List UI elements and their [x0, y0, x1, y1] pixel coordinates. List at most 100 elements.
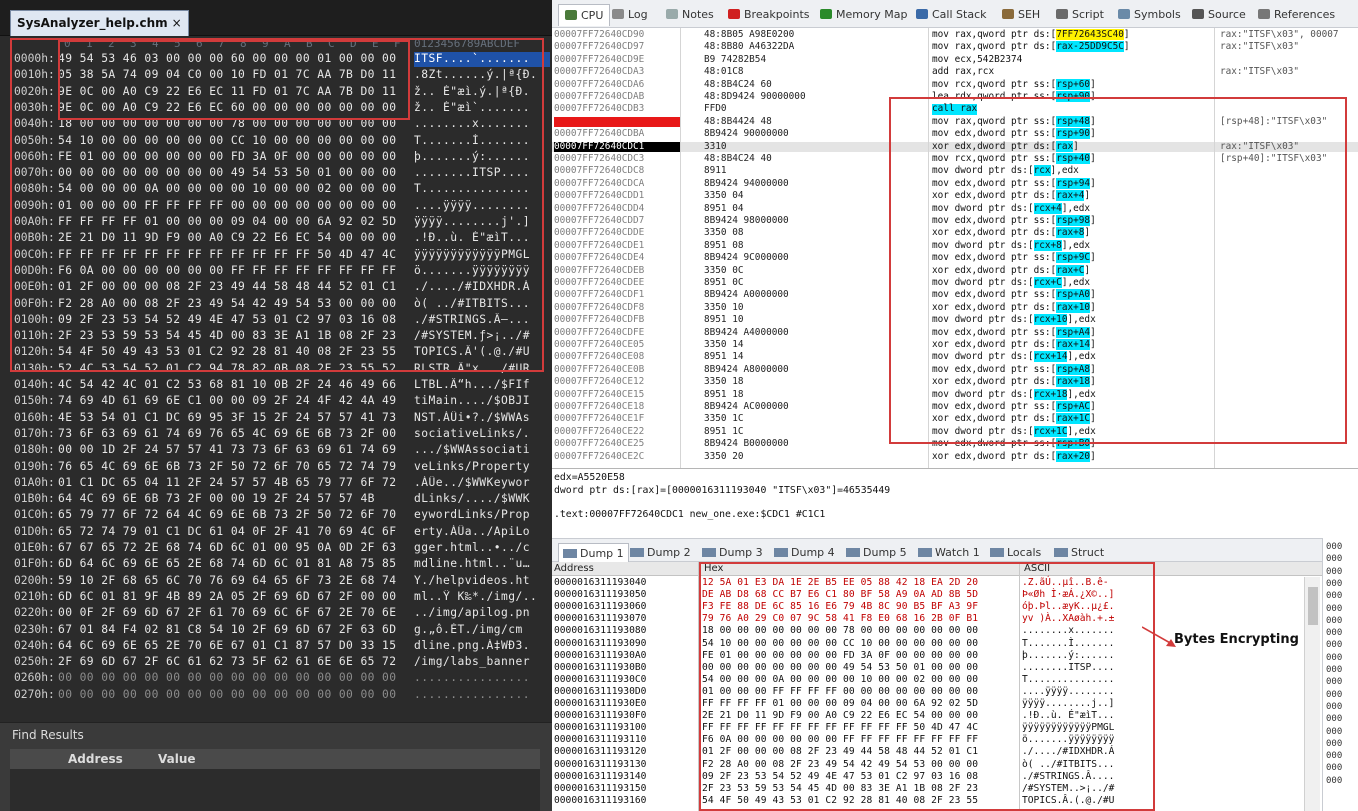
- hex-row-bytes[interactable]: 00 00 1D 2F 24 57 57 41 73 73 6F 63 69 6…: [58, 443, 408, 458]
- disasm-row[interactable]: 00007FF72640CE15 8951 18 mov dword ptr ds:…: [552, 388, 1358, 400]
- hex-row[interactable]: 0110h: 2F 23 53 59 53 54 45 4D 00 83 3E A…: [0, 329, 552, 344]
- disasm-address[interactable]: 00007FF72640CDF1: [554, 289, 680, 300]
- disasm-row[interactable]: 00007FF72640CE25 8B9424 B0000000 mov edx,d…: [552, 438, 1358, 450]
- dump-address[interactable]: 0000016311193050: [554, 589, 646, 601]
- disasm-instruction[interactable]: mov edx,dword ptr ss:[rsp+94]: [932, 177, 1096, 189]
- hex-row[interactable]: 0260h: 00 00 00 00 00 00 00 00 00 00 00 0…: [0, 671, 552, 686]
- tab-symbols[interactable]: Symbols: [1118, 4, 1181, 26]
- disasm-address[interactable]: 00007FF72640CDA3: [554, 66, 680, 77]
- tab-dump-1[interactable]: Dump 1: [558, 543, 629, 562]
- hex-row[interactable]: 0170h: 73 6F 63 69 61 74 69 76 65 4C 69 6…: [0, 427, 552, 442]
- hex-row-ascii[interactable]: ö.......ÿÿÿÿÿÿÿÿ: [414, 264, 550, 279]
- disasm-instruction[interactable]: mov dword ptr ds:[rcx+C],edx: [932, 277, 1090, 288]
- disasm-instruction[interactable]: mov edx,dword ptr ss:[rsp+B0]: [932, 438, 1096, 450]
- hex-row[interactable]: 0160h: 4E 53 54 01 C1 DC 69 95 3F 15 2F 2…: [0, 411, 552, 426]
- hex-row[interactable]: 0020h: 9E 0C 00 A0 C9 22 E6 EC 11 FD 01 7…: [0, 85, 552, 100]
- hex-row-bytes[interactable]: 01 2F 00 00 00 08 2F 23 49 44 58 48 44 5…: [58, 280, 408, 295]
- dump-row[interactable]: 0000016311193130 F2 28 A0 00 08 2F 23 49 …: [552, 759, 1322, 771]
- disasm-instruction[interactable]: mov rax,qword ptr ss:[rsp+48]: [932, 115, 1096, 127]
- hex-row[interactable]: 0270h: 00 00 00 00 00 00 00 00 00 00 00 0…: [0, 688, 552, 703]
- dump-row[interactable]: 00000163111930C0 54 00 00 00 0A 00 00 00 …: [552, 674, 1322, 686]
- dump-hex-bytes[interactable]: 00 00 00 00 00 00 00 00 49 54 53 50 01 0…: [702, 662, 978, 674]
- disasm-row[interactable]: 00007FF72640CDD1 3350 04 xor edx,dword ptr…: [552, 190, 1358, 202]
- tab-references[interactable]: References: [1258, 4, 1335, 26]
- tab-log[interactable]: Log: [612, 4, 648, 26]
- disasm-instruction[interactable]: call rax: [932, 103, 978, 115]
- dump-hex-bytes[interactable]: 54 4F 50 49 43 53 01 C2 92 28 81 40 08 2…: [702, 795, 978, 807]
- dump-row[interactable]: 00000163111930B0 00 00 00 00 00 00 00 00 …: [552, 662, 1322, 674]
- disasm-instruction[interactable]: xor edx,dword ptr ds:[rax+10]: [932, 301, 1096, 313]
- dump-row[interactable]: 0000016311193040 12 5A 01 E3 DA 1E 2E B5 …: [552, 577, 1322, 589]
- dump-address[interactable]: 00000163111930F0: [554, 710, 646, 722]
- hex-row[interactable]: 00E0h: 01 2F 00 00 00 08 2F 23 49 44 58 4…: [0, 280, 552, 295]
- tab-dump-3[interactable]: Dump 3: [702, 543, 763, 562]
- disasm-instruction[interactable]: xor edx,dword ptr ds:[rax+C]: [932, 264, 1090, 276]
- close-icon[interactable]: ×: [172, 16, 182, 30]
- disasm-address[interactable]: 00007FF72640CDEE: [554, 277, 680, 288]
- disasm-address[interactable]: 00007FF72640CDFB: [554, 314, 680, 325]
- disasm-instruction[interactable]: mov edx,dword ptr ss:[rsp+A0]: [932, 289, 1096, 301]
- dump-hex-bytes[interactable]: 54 10 00 00 00 00 00 00 CC 10 00 00 00 0…: [702, 638, 978, 650]
- hex-row-bytes[interactable]: 67 01 84 F4 02 81 C8 54 10 2F 69 6D 67 2…: [58, 623, 408, 638]
- hex-row-ascii[interactable]: ./..../#IDXHDR.Á: [414, 280, 550, 295]
- dump-ascii[interactable]: ò( ../#ITBITS...: [1022, 759, 1114, 771]
- hex-row[interactable]: 0210h: 6D 6C 01 81 9F 4B 89 2A 05 2F 69 6…: [0, 590, 552, 605]
- disasm-address[interactable]: 00007FF72640CDF8: [554, 302, 680, 313]
- hex-row-bytes[interactable]: 65 72 74 79 01 C1 DC 61 04 0F 2F 41 70 6…: [58, 525, 408, 540]
- dump-address[interactable]: 0000016311193110: [554, 734, 646, 746]
- dump-address[interactable]: 0000016311193090: [554, 638, 646, 650]
- dump-row[interactable]: 0000016311193060 F3 FE 88 DE 6C 85 16 E6 …: [552, 601, 1322, 613]
- dump-ascii[interactable]: ÿÿÿÿÿÿÿÿÿÿÿÿPMGL: [1022, 722, 1114, 734]
- dump-row[interactable]: 0000016311193120 01 2F 00 00 00 08 2F 23 …: [552, 746, 1322, 758]
- disasm-instruction[interactable]: mov dword ptr ds:[rcx+1C],edx: [932, 425, 1096, 437]
- hex-row[interactable]: 0010h: 05 38 5A 74 09 04 C0 00 10 FD 01 7…: [0, 68, 552, 83]
- hex-row-bytes[interactable]: 54 4F 50 49 43 53 01 C2 92 28 81 40 08 2…: [58, 345, 408, 360]
- hex-row[interactable]: 0070h: 00 00 00 00 00 00 00 00 49 54 53 5…: [0, 166, 552, 181]
- disasm-address[interactable]: 00007FF72640CDE4: [554, 252, 680, 263]
- disasm-address[interactable]: 00007FF72640CDB5: [554, 116, 680, 128]
- hex-row-ascii[interactable]: ÿÿÿÿÿÿÿÿÿÿÿÿPMGL: [414, 248, 550, 263]
- hex-row-bytes[interactable]: 18 00 00 00 00 00 00 00 78 00 00 00 00 0…: [58, 117, 408, 132]
- disasm-instruction[interactable]: xor edx,dword ptr ds:[rax+8]: [932, 227, 1090, 239]
- hex-row-bytes[interactable]: 01 00 00 00 FF FF FF FF 00 00 00 00 00 0…: [58, 199, 408, 214]
- disasm-address[interactable]: 00007FF72640CE2C: [554, 451, 680, 462]
- disasm-instruction[interactable]: mov rcx,qword ptr ss:[rsp+40]: [932, 153, 1096, 164]
- hex-row[interactable]: 0090h: 01 00 00 00 FF FF FF FF 00 00 00 0…: [0, 199, 552, 214]
- hex-row-bytes[interactable]: 00 00 00 00 00 00 00 00 00 00 00 00 00 0…: [58, 671, 408, 686]
- hex-row-ascii[interactable]: ò( ../#ITBITS...: [414, 297, 550, 312]
- disasm-instruction[interactable]: mov ecx,542B2374: [932, 54, 1022, 65]
- dump-hex-bytes[interactable]: 12 5A 01 E3 DA 1E 2E B5 EE 05 88 42 18 E…: [702, 577, 978, 589]
- disasm-address[interactable]: 00007FF72640CDD1: [554, 190, 680, 201]
- dump-ascii[interactable]: Þ«Øh Ì·æÁ.¿X©.­.]: [1022, 589, 1114, 601]
- hex-row[interactable]: 0130h: 52 4C 53 54 52 01 C2 94 78 82 0B 0…: [0, 362, 552, 377]
- disasm-address[interactable]: 00007FF72640CDDE: [554, 227, 680, 238]
- dump-address[interactable]: 0000016311193130: [554, 759, 646, 771]
- stack-panel[interactable]: 000 000 000 000 000 000 000 000 000 000 000 000 000 0…: [1322, 538, 1358, 811]
- hex-row-bytes[interactable]: 01 C1 DC 65 04 11 2F 24 57 57 4B 65 79 7…: [58, 476, 408, 491]
- hex-row[interactable]: 00A0h: FF FF FF FF 01 00 00 00 09 04 00 0…: [0, 215, 552, 230]
- tab-dump-5[interactable]: Dump 5: [846, 543, 907, 562]
- disasm-row[interactable]: 00007FF72640CDF8 3350 10 xor edx,dword ptr…: [552, 301, 1358, 313]
- disasm-instruction[interactable]: lea rdx,qword ptr ss:[rsp+90]: [932, 91, 1096, 102]
- dump-col-ascii[interactable]: ASCII: [1024, 563, 1050, 574]
- dump-ascii[interactable]: ....ÿÿÿÿ........: [1022, 686, 1114, 698]
- disasm-instruction[interactable]: mov edx,dword ptr ss:[rsp+98]: [932, 215, 1096, 226]
- dump-address[interactable]: 0000016311193100: [554, 722, 646, 734]
- disasm-address[interactable]: 00007FF72640CDC8: [554, 165, 680, 176]
- dump-ascii[interactable]: þ.......ý:......: [1022, 650, 1114, 662]
- hex-row[interactable]: 0040h: 18 00 00 00 00 00 00 00 78 00 00 0…: [0, 117, 552, 132]
- dump-address[interactable]: 00000163111930C0: [554, 674, 646, 686]
- disasm-address[interactable]: 00007FF72640CDC3: [554, 153, 680, 164]
- dump-address[interactable]: 0000016311193070: [554, 613, 646, 625]
- disasm-address[interactable]: 00007FF72640CD9E: [554, 54, 680, 65]
- disasm-row[interactable]: 00007FF72640CDB3 FFD0 call rax: [552, 103, 1358, 115]
- dump-hex-bytes[interactable]: 09 2F 23 53 54 52 49 4E 47 53 01 C2 97 0…: [702, 771, 978, 783]
- tab-seh[interactable]: SEH: [1002, 4, 1040, 26]
- hex-row[interactable]: 0180h: 00 00 1D 2F 24 57 57 41 73 73 6F 6…: [0, 443, 552, 458]
- dump-ascii[interactable]: ÿÿÿÿ........j..]: [1022, 698, 1114, 710]
- hex-row-bytes[interactable]: 6D 6C 01 81 9F 4B 89 2A 05 2F 69 6D 67 2…: [58, 590, 408, 605]
- hex-row[interactable]: 01E0h: 67 67 65 72 2E 68 74 6D 6C 01 00 9…: [0, 541, 552, 556]
- hex-row-ascii[interactable]: NST.ÁÜi•?./$WWAs: [414, 411, 550, 426]
- hex-row-bytes[interactable]: 6D 64 6C 69 6E 65 2E 68 74 6D 6C 01 81 A…: [58, 557, 408, 572]
- dump-hex-bytes[interactable]: F3 FE 88 DE 6C 85 16 E6 79 4B 8C 90 B5 B…: [702, 601, 978, 613]
